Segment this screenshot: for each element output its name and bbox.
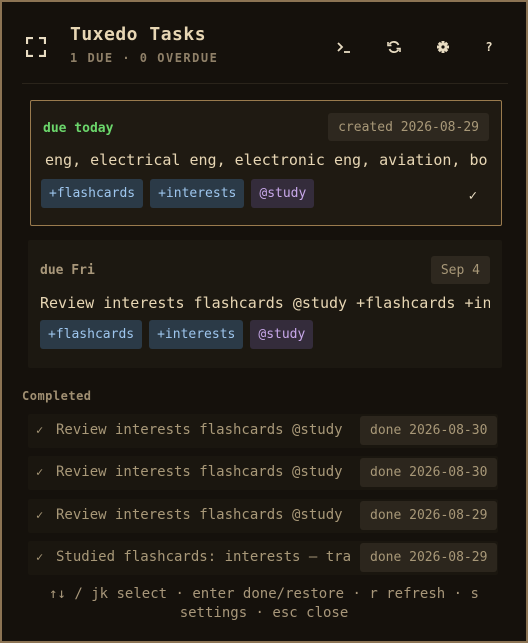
done-check-icon: ✓: [36, 423, 44, 437]
task-card[interactable]: due Fri Sep 4 Review interests flashcard…: [28, 240, 502, 368]
app-window: Tuxedo Tasks 1 DUE · 0 OVERDUE ? due tod…: [0, 0, 528, 643]
done-check-icon: ✓: [36, 508, 44, 522]
due-summary: 1 DUE · 0 OVERDUE: [70, 51, 219, 65]
project-tag[interactable]: +flashcards: [40, 320, 143, 349]
header: Tuxedo Tasks 1 DUE · 0 OVERDUE ?: [2, 2, 526, 84]
keyboard-hints: ↑↓ / jk select · enter done/restore · r …: [32, 585, 496, 623]
help-icon: ?: [485, 40, 493, 54]
gear-icon: [437, 41, 449, 53]
hint-line: ↑↓ / jk select · enter done/restore · r …: [49, 586, 479, 602]
settings-button[interactable]: [432, 36, 454, 58]
completed-heading: Completed: [22, 389, 92, 403]
project-tag[interactable]: +flashcards: [41, 179, 144, 208]
app-title: Tuxedo Tasks: [70, 24, 207, 45]
done-date-badge: done 2026-08-29: [360, 543, 498, 572]
task-card[interactable]: due today created 2026-08-29 eng, electr…: [30, 100, 502, 226]
refresh-button[interactable]: [383, 36, 405, 58]
refresh-icon: [387, 41, 401, 53]
done-date-badge: done 2026-08-30: [360, 458, 498, 487]
project-tag[interactable]: +interests: [149, 320, 244, 349]
task-description: eng, electrical eng, electronic eng, avi…: [45, 151, 488, 169]
done-date-badge: done 2026-08-29: [360, 501, 498, 530]
completed-text: Review interests flashcards @study +: [56, 507, 350, 523]
done-date-badge: done 2026-08-30: [360, 416, 498, 445]
task-description: Review interests flashcards @study +flas…: [40, 294, 490, 312]
done-check-icon: ✓: [36, 465, 44, 479]
due-label: due Fri: [40, 263, 95, 278]
completed-row[interactable]: ✓ Studied flashcards: interests — tran d…: [28, 541, 498, 575]
focus-icon[interactable]: [26, 37, 46, 57]
completed-row[interactable]: ✓ Review interests flashcards @study + d…: [28, 499, 498, 533]
context-tag[interactable]: @study: [251, 179, 315, 208]
completed-row[interactable]: ✓ Review interests flashcards @study + d…: [28, 414, 498, 448]
due-date-badge: Sep 4: [430, 256, 490, 284]
header-divider: [22, 83, 508, 84]
task-tags: +flashcards +interests @study: [40, 320, 314, 349]
completed-row[interactable]: ✓ Review interests flashcards @study + d…: [28, 456, 498, 490]
done-check-icon: ✓: [36, 550, 44, 564]
completed-text: Review interests flashcards @study +: [56, 422, 350, 438]
help-button[interactable]: ?: [478, 36, 500, 58]
terminal-icon: [337, 42, 350, 53]
completed-text: Review interests flashcards @study +: [56, 464, 350, 480]
completed-text: Studied flashcards: interests — tran: [56, 549, 350, 565]
hint-line: settings · esc close: [179, 605, 349, 621]
created-date-badge: created 2026-08-29: [328, 113, 489, 141]
task-tags: +flashcards +interests @study: [41, 179, 315, 208]
complete-check-icon[interactable]: ✓: [469, 188, 477, 204]
project-tag[interactable]: +interests: [150, 179, 245, 208]
context-tag[interactable]: @study: [250, 320, 314, 349]
terminal-button[interactable]: [333, 36, 355, 58]
due-label: due today: [43, 121, 114, 136]
